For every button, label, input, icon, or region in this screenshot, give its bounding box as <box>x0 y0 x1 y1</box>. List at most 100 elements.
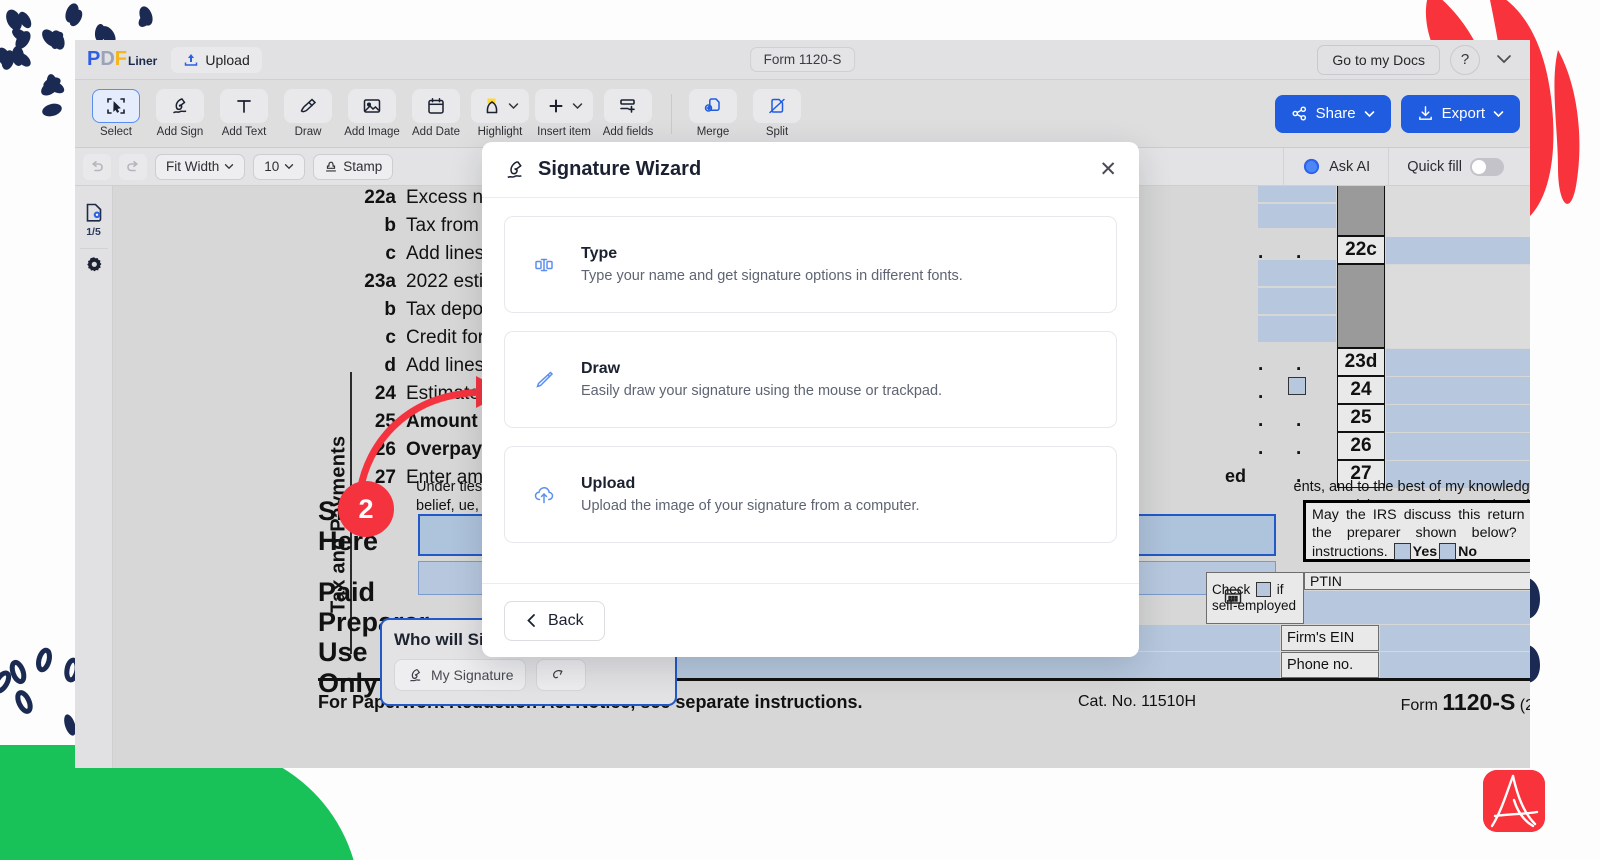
chevron-down-icon[interactable] <box>1490 52 1518 67</box>
header-actions: Go to my Docs ? <box>1317 44 1518 75</box>
tool-label: Add Sign <box>156 126 204 138</box>
stamp-button[interactable]: Stamp <box>313 153 394 180</box>
add-fields-icon <box>604 89 652 123</box>
my-signature-chip[interactable]: My Signature <box>394 659 527 691</box>
irs-discuss-box: May the IRS discuss this return with the… <box>1303 500 1530 562</box>
undo-button[interactable] <box>83 153 111 180</box>
pdfliner-logo[interactable]: P D F Liner <box>87 48 157 71</box>
ptin-field[interactable] <box>1304 591 1530 624</box>
pdfliner-logo-watermark <box>1483 770 1545 832</box>
tool-add-sign[interactable]: Add Sign <box>149 89 211 138</box>
amount-field-26[interactable] <box>1386 433 1530 460</box>
tool-add-date[interactable]: Add Date <box>405 89 467 138</box>
answer-field[interactable] <box>1258 288 1336 314</box>
amount-field-23d[interactable] <box>1386 349 1530 376</box>
form-word: Form <box>1400 696 1438 714</box>
document-title-chip[interactable]: Form 1120-S <box>749 47 856 72</box>
tool-add-fields[interactable]: Add fields <box>597 89 659 138</box>
help-button[interactable]: ? <box>1450 44 1480 75</box>
chevron-down-icon <box>572 103 582 110</box>
step-number-badge: 2 <box>338 481 394 537</box>
go-to-my-docs-button[interactable]: Go to my Docs <box>1317 44 1440 75</box>
option-type[interactable]: Type Type your name and get signature op… <box>504 216 1117 313</box>
tool-highlight[interactable]: Highlight <box>469 89 531 138</box>
tool-select[interactable]: Select <box>85 89 147 138</box>
option-title: Upload <box>581 475 636 492</box>
tool-label: Add Date <box>412 126 460 138</box>
share-button[interactable]: Share <box>1274 94 1391 133</box>
option-upload[interactable]: Upload Upload the image of your signatur… <box>504 446 1117 543</box>
stamp-label: Stamp <box>343 159 383 174</box>
font-size-select[interactable]: 10 <box>253 153 306 180</box>
tool-add-image[interactable]: Add Image <box>341 89 403 138</box>
blank-area <box>1386 186 1530 237</box>
form-identifier: Form 1120-S (2022) <box>1401 689 1530 716</box>
line-box-26: 26 <box>1337 432 1385 460</box>
who-will-sign-options: My Signature <box>394 659 663 691</box>
line-box-25: 25 <box>1337 404 1385 432</box>
request-signature-chip[interactable] <box>536 659 587 691</box>
amount-field-24[interactable] <box>1386 377 1530 404</box>
pen-brush-icon <box>531 368 557 392</box>
amount-field-22c[interactable] <box>1386 237 1530 264</box>
calendar-icon[interactable] <box>1223 586 1243 606</box>
option-title: Draw <box>581 360 621 377</box>
add-date-icon <box>412 89 460 123</box>
checkbox-no[interactable] <box>1439 542 1457 560</box>
tool-draw[interactable]: Draw <box>277 89 339 138</box>
ask-ai-icon <box>1303 158 1320 175</box>
answer-field[interactable] <box>1258 316 1336 342</box>
firms-ein-field[interactable] <box>1380 625 1530 651</box>
chevron-down-icon <box>285 164 294 170</box>
screen-root: P D F Liner Upload Form 1120-S Go to my … <box>0 0 1600 860</box>
modal-title: Signature Wizard <box>538 158 702 180</box>
phone-no-field[interactable] <box>1380 652 1530 678</box>
close-icon[interactable]: ✕ <box>1099 159 1117 180</box>
amount-field-25[interactable] <box>1386 405 1530 432</box>
quick-fill-switch[interactable] <box>1470 157 1504 176</box>
checkbox-self-employed[interactable] <box>1256 581 1272 597</box>
zoom-mode-select[interactable]: Fit Width <box>155 153 246 180</box>
merge-icon <box>689 89 737 123</box>
option-description: Easily draw your signature using the mou… <box>581 383 943 399</box>
subbar-right: Ask AI Quick fill <box>1283 147 1522 186</box>
quick-fill-label: Quick fill <box>1407 158 1462 175</box>
option-upload-text: Upload Upload the image of your signatur… <box>581 475 920 514</box>
blocked-cell <box>1337 186 1385 236</box>
line-number: 22a <box>364 187 396 208</box>
add-text-icon <box>220 89 268 123</box>
pages-panel-button[interactable]: 1/5 <box>75 196 112 248</box>
preparer-date-field[interactable] <box>1206 625 1280 651</box>
line-box-24: 24 <box>1337 376 1385 404</box>
label-yes: Yes <box>1412 543 1438 560</box>
form-year: (2022) <box>1519 696 1530 714</box>
tool-split[interactable]: Split <box>746 89 808 138</box>
redo-button[interactable] <box>119 153 147 180</box>
stamp-icon <box>326 161 337 172</box>
tool-label: Insert item <box>537 126 591 138</box>
quick-fill-toggle[interactable]: Quick fill <box>1388 147 1522 186</box>
settings-button[interactable] <box>75 249 112 287</box>
tool-merge[interactable]: Merge <box>682 89 744 138</box>
line-number: c <box>385 243 396 264</box>
back-button[interactable]: Back <box>504 600 605 641</box>
add-image-icon <box>348 89 396 123</box>
answer-field[interactable] <box>1258 186 1336 202</box>
toolbar-right-actions: Share Export <box>1274 94 1520 133</box>
option-draw[interactable]: Draw Easily draw your signature using th… <box>504 331 1117 428</box>
tool-insert-item[interactable]: Insert item <box>533 89 595 138</box>
split-icon <box>753 89 801 123</box>
option-title: Type <box>581 245 618 262</box>
zoom-mode-value: Fit Width <box>166 159 220 174</box>
line-box-23d: 23d <box>1337 348 1385 376</box>
line-number: b <box>384 215 396 236</box>
tool-add-text[interactable]: Add Text <box>213 89 275 138</box>
ask-ai-button[interactable]: Ask AI <box>1283 147 1388 186</box>
checkbox-yes[interactable] <box>1393 542 1411 560</box>
upload-button[interactable]: Upload <box>171 46 262 73</box>
answer-field[interactable] <box>1258 204 1336 228</box>
export-button[interactable]: Export <box>1400 94 1520 133</box>
left-rail: 1/5 <box>75 186 113 768</box>
logo-word-liner: Liner <box>128 54 158 68</box>
checkbox-line-24[interactable] <box>1288 377 1306 395</box>
